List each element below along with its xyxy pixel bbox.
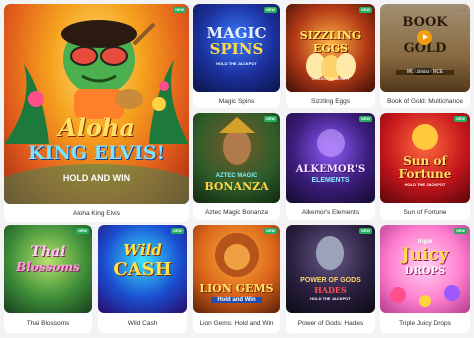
alkemor-art-line1: ALKEMOR'S [295, 164, 366, 175]
game-title[interactable]: Magic Spins [193, 97, 280, 106]
new-badge: NEW [454, 116, 467, 122]
game-tile-sizzling-eggs[interactable]: SIZZLING EGGS COLLECT TO INFINITY NEW Si… [286, 4, 375, 108]
lion-art-line2: Hold and Win [211, 297, 262, 303]
magic-spins-art-line3: HOLD THE JACKPOT [216, 61, 257, 66]
new-badge: NEW [359, 7, 372, 13]
new-badge: NEW [76, 228, 89, 234]
sizzling-art-line2: EGGS [312, 42, 349, 55]
game-thumbnail[interactable]: Thai Blossoms NEW [4, 225, 92, 313]
game-thumbnail[interactable]: MAGIC SPINS HOLD THE JACKPOT NEW [193, 4, 280, 92]
game-thumbnail[interactable]: SIZZLING EGGS COLLECT TO INFINITY NEW [286, 4, 375, 92]
juicy-art-line2: Juicy [401, 245, 449, 265]
wild-cash-art-line1: Wild [123, 241, 162, 259]
game-title[interactable]: Sun of Fortune [380, 208, 470, 217]
game-title[interactable]: Power of Gods: Hades [286, 319, 375, 328]
game-title[interactable]: Lion Gems: Hold and Win [193, 319, 280, 328]
provider-logo-icon: ⚠ [462, 83, 467, 89]
gods-art-line3: HOLD THE JACKPOT [310, 296, 351, 301]
alkemor-art-line2: ELEMENTS [311, 177, 350, 184]
game-title[interactable]: Alkemor's Elements [286, 208, 375, 217]
more-options-icon[interactable]: ⋯ [459, 7, 466, 14]
game-thumbnail[interactable]: LION GEMS Hold and Win NEW [193, 225, 280, 313]
game-thumbnail[interactable]: Aloha KING ELVIS! HOLD AND WIN NEW [4, 4, 189, 204]
game-thumbnail[interactable]: Wild CASH NEW [98, 225, 187, 313]
game-tile-magic-spins[interactable]: MAGIC SPINS HOLD THE JACKPOT NEW Magic S… [193, 4, 280, 108]
gods-art-line2: HADES [314, 285, 347, 295]
aloha-art-line3: HOLD AND WIN [62, 173, 131, 183]
new-badge: NEW [359, 116, 372, 122]
alkemor-artwork [317, 129, 345, 157]
sizzling-art-line3: COLLECT TO INFINITY [311, 77, 350, 81]
game-title[interactable]: Sizzling Eggs [286, 97, 375, 106]
new-badge: NEW [173, 7, 186, 13]
game-title[interactable]: Wild Cash [98, 319, 187, 328]
game-grid: Aloha KING ELVIS! HOLD AND WIN NEW Aloha… [0, 0, 474, 338]
play-icon[interactable] [417, 30, 432, 45]
sun-art-line1: Sun of [403, 154, 447, 168]
game-thumbnail[interactable]: AZTEC MAGIC BONANZA NEW [193, 113, 280, 203]
new-badge: NEW [264, 116, 277, 122]
hover-overlay [380, 4, 470, 92]
game-tile-triple-juicy-drops[interactable]: triple Juicy DROPS NEW Triple Juicy Drop… [380, 225, 470, 333]
gods-art-line1: POWER OF GODS [300, 277, 361, 284]
aztec-art-line2: BONANZA [204, 180, 269, 193]
game-tile-lion-gems[interactable]: LION GEMS Hold and Win NEW Lion Gems: Ho… [193, 225, 280, 333]
aztec-art-line1: AZTEC MAGIC [215, 173, 258, 179]
sun-art-line3: HOLD THE JACKPOT [404, 182, 446, 187]
game-title[interactable]: Aloha King Elvis [4, 209, 189, 218]
game-thumbnail[interactable]: triple Juicy DROPS NEW [380, 225, 470, 313]
game-tile-sun-of-fortune[interactable]: Sun of Fortune HOLD THE JACKPOT NEW Sun … [380, 113, 470, 220]
aloha-art-line1: Aloha [58, 113, 135, 142]
game-tile-aloha-king-elvis[interactable]: Aloha KING ELVIS! HOLD AND WIN NEW Aloha… [4, 4, 189, 222]
aloha-art-line2: KING ELVIS! [28, 142, 165, 164]
sizzling-art-line1: SIZZLING [299, 29, 362, 42]
game-title[interactable]: Thai Blossoms [4, 319, 92, 328]
game-tile-book-of-gold[interactable]: BOOK GOLD MULTICHANCE Demo ⋯ ⚠ Book of G… [380, 4, 470, 108]
demo-button[interactable]: Demo [413, 68, 434, 75]
new-badge: NEW [264, 7, 277, 13]
game-tile-power-of-gods-hades[interactable]: POWER OF GODS HADES HOLD THE JACKPOT NEW… [286, 225, 375, 333]
new-badge: NEW [264, 228, 277, 234]
game-title[interactable]: Triple Juicy Drops [380, 319, 470, 328]
new-badge: NEW [171, 228, 184, 234]
game-tile-aztec-magic-bonanza[interactable]: AZTEC MAGIC BONANZA NEW Aztec Magic Bona… [193, 113, 280, 220]
sun-art-line2: Fortune [398, 167, 452, 181]
magic-spins-art-line1: MAGIC [206, 24, 267, 42]
game-thumbnail[interactable]: POWER OF GODS HADES HOLD THE JACKPOT NEW [286, 225, 375, 313]
game-thumbnail[interactable]: BOOK GOLD MULTICHANCE Demo ⋯ ⚠ [380, 4, 470, 92]
game-tile-thai-blossoms[interactable]: Thai Blossoms NEW Thai Blossoms [4, 225, 92, 333]
wild-cash-art-line2: CASH [113, 259, 172, 280]
game-title[interactable]: Book of Gold: Multichance [380, 97, 470, 106]
new-badge: NEW [454, 228, 467, 234]
game-tile-alkemors-elements[interactable]: ALKEMOR'S ELEMENTS NEW Alkemor's Element… [286, 113, 375, 220]
game-tile-wild-cash[interactable]: Wild CASH NEW Wild Cash [98, 225, 187, 333]
game-title[interactable]: Aztec Magic Bonanza [193, 208, 280, 217]
new-badge: NEW [359, 228, 372, 234]
lion-art-line1: LION GEMS [199, 282, 274, 295]
game-thumbnail[interactable]: Sun of Fortune HOLD THE JACKPOT NEW [380, 113, 470, 203]
game-thumbnail[interactable]: ALKEMOR'S ELEMENTS NEW [286, 113, 375, 203]
thai-art-line2: Blossoms [16, 260, 80, 274]
thai-art-line1: Thai [30, 244, 66, 260]
magic-spins-art-line2: SPINS [209, 40, 264, 58]
juicy-art-line3: DROPS [404, 266, 446, 277]
